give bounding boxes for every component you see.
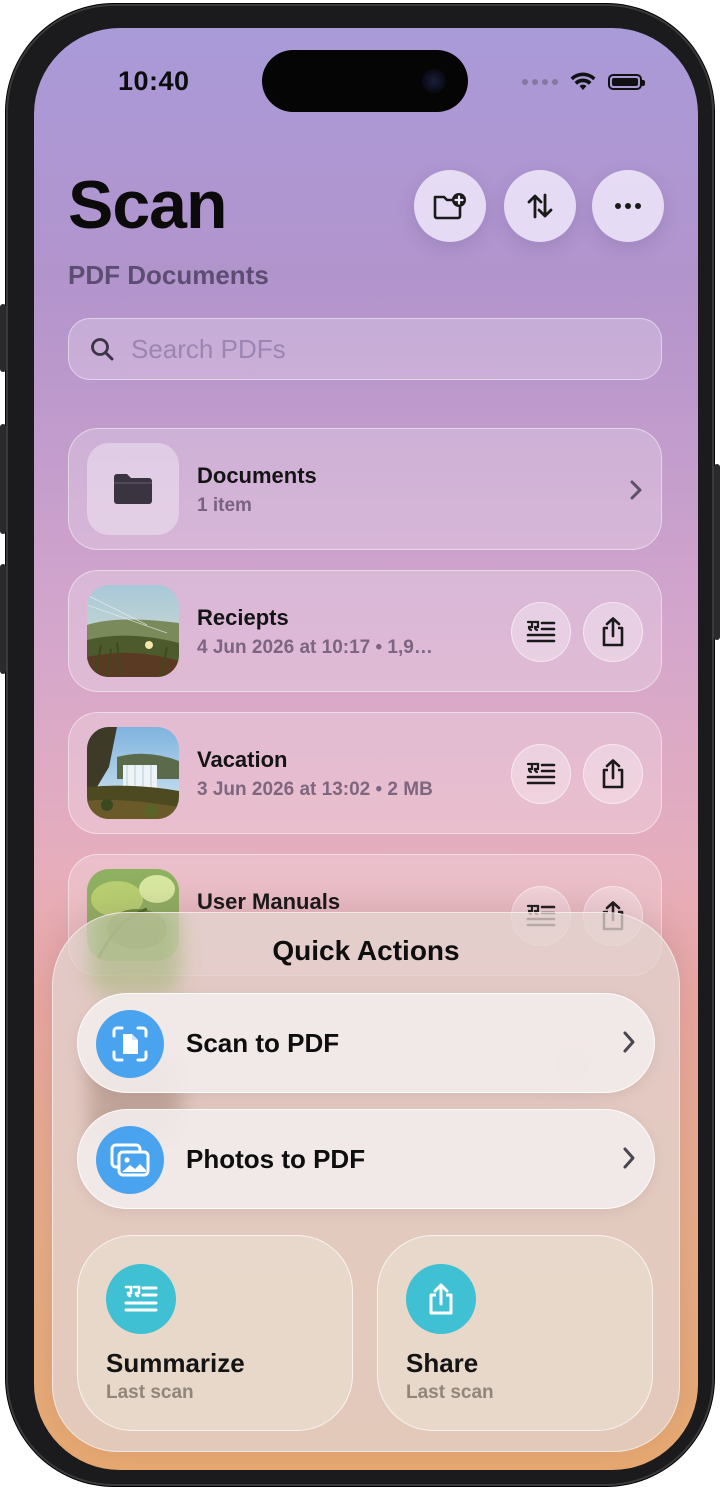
chevron-right-icon: [623, 1147, 635, 1169]
more-icon: [615, 203, 641, 209]
share-label: Share: [406, 1348, 479, 1378]
new-folder-icon: [433, 193, 466, 220]
cellular-signal-icon: [522, 79, 558, 85]
item-meta: 3 Jun 2026 at 13:02 • 2 MB: [197, 779, 433, 800]
share-icon: [429, 1283, 453, 1315]
scan-to-pdf-button[interactable]: Scan to PDF: [77, 993, 655, 1093]
item-meta: 1 item: [197, 495, 252, 516]
folder-icon: [114, 474, 152, 504]
share-tile[interactable]: Share Last scan: [377, 1235, 653, 1431]
sort-button[interactable]: [504, 170, 576, 242]
scan-document-icon-badge: [96, 1010, 164, 1078]
folder-thumbnail: [87, 443, 179, 535]
battery-icon: [608, 74, 645, 90]
wifi-icon: [570, 72, 596, 90]
pdf-thumbnail: [87, 727, 179, 819]
new-folder-button[interactable]: [414, 170, 486, 242]
share-icon-badge: [406, 1264, 476, 1334]
summarize-tile[interactable]: Summarize Last scan: [77, 1235, 353, 1431]
summarize-icon: [124, 1285, 158, 1312]
summarize-icon: [526, 762, 556, 785]
screen: 10:40 Scan PDF Documents Search PDFs Doc…: [34, 28, 698, 1470]
volume-up-button: [0, 424, 6, 534]
more-button[interactable]: [592, 170, 664, 242]
search-field[interactable]: Search PDFs: [68, 318, 662, 380]
summarize-icon: [526, 620, 556, 643]
share-button[interactable]: [583, 602, 643, 662]
scan-to-pdf-label: Scan to PDF: [186, 1028, 340, 1058]
quick-actions-sheet: Quick Actions Scan to PDF Photos to PDF …: [52, 912, 680, 1452]
list-item-pdf[interactable]: Reciepts 4 Jun 2026 at 10:17 • 1,9…: [68, 570, 662, 692]
chevron-right-icon: [623, 1031, 635, 1053]
search-icon: [91, 338, 114, 361]
photos-to-pdf-label: Photos to PDF: [186, 1144, 366, 1174]
dynamic-island: [262, 50, 468, 112]
summarize-button[interactable]: [511, 744, 571, 804]
share-sublabel: Last scan: [406, 1382, 494, 1403]
status-time: 10:40: [118, 66, 190, 96]
pdf-thumbnail: [87, 585, 179, 677]
summarize-button[interactable]: [511, 602, 571, 662]
item-name: Reciepts: [197, 605, 289, 630]
chevron-right-icon: [630, 480, 642, 500]
phone-frame: 10:40 Scan PDF Documents Search PDFs Doc…: [0, 4, 720, 1486]
share-icon: [602, 617, 624, 647]
page-title: Scan: [68, 167, 228, 243]
power-button: [714, 464, 720, 640]
list-item-folder[interactable]: Documents 1 item: [68, 428, 662, 550]
item-name: Vacation: [197, 747, 288, 772]
photos-to-pdf-button[interactable]: Photos to PDF: [77, 1109, 655, 1209]
photos-icon-badge: [96, 1126, 164, 1194]
summarize-label: Summarize: [106, 1348, 245, 1378]
status-indicators: [522, 72, 645, 92]
summarize-icon-badge: [106, 1264, 176, 1334]
share-icon: [602, 759, 624, 789]
photos-icon: [110, 1143, 150, 1177]
sort-arrows-icon: [527, 193, 553, 219]
search-placeholder: Search PDFs: [131, 333, 286, 364]
list-item-pdf[interactable]: Vacation 3 Jun 2026 at 13:02 • 2 MB: [68, 712, 662, 834]
summarize-sublabel: Last scan: [106, 1382, 194, 1403]
quick-actions-title: Quick Actions: [272, 935, 460, 966]
volume-down-button: [0, 564, 6, 674]
page-subtitle: PDF Documents: [68, 260, 269, 290]
item-meta: 4 Jun 2026 at 10:17 • 1,9…: [197, 637, 433, 658]
camera-icon: [422, 69, 446, 93]
scan-document-icon: [112, 1026, 148, 1062]
action-button: [0, 304, 6, 372]
item-name: Documents: [197, 463, 317, 488]
share-button[interactable]: [583, 744, 643, 804]
